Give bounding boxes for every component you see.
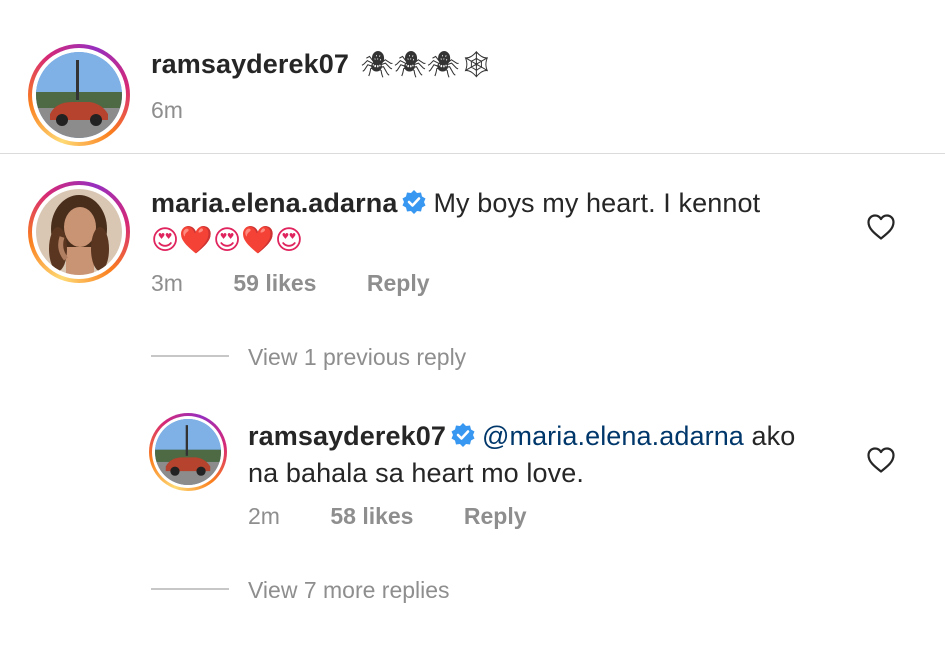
view-more-replies[interactable]: View 7 more replies	[248, 577, 450, 604]
comment-time: 3m	[151, 270, 183, 296]
car-avatar-image	[155, 419, 221, 485]
comment-text: My boys my heart. I kennot	[433, 188, 761, 218]
comment-like-button[interactable]	[866, 213, 896, 241]
reply-username[interactable]: ramsayderek07	[248, 421, 446, 451]
reply-time: 2m	[248, 503, 280, 529]
heart-outline-icon	[866, 214, 896, 245]
thread-line	[151, 588, 229, 590]
car-avatar-image	[36, 52, 122, 138]
comment-username[interactable]: maria.elena.adarna	[151, 188, 397, 218]
portrait-avatar-image	[36, 189, 122, 275]
comment-likes[interactable]: 59 likes	[233, 270, 316, 296]
reply-reply-button[interactable]: Reply	[464, 503, 527, 529]
mention-link[interactable]: @maria.elena.adarna	[482, 421, 744, 451]
reply-text-part2: na bahala sa heart mo love.	[248, 458, 584, 488]
reply-likes[interactable]: 58 likes	[330, 503, 413, 529]
view-previous-reply[interactable]: View 1 previous reply	[248, 344, 466, 371]
verified-badge-icon	[450, 422, 476, 456]
caption-username[interactable]: ramsayderek07	[151, 49, 349, 79]
divider	[0, 153, 945, 154]
spider-emojis: 🕷🕷🕷🕸	[360, 49, 494, 79]
comment-emojis: 😍❤️😍❤️😍	[151, 225, 304, 255]
thread-line	[151, 355, 229, 357]
caption-time: 6m	[151, 97, 183, 123]
comment-reply-button[interactable]: Reply	[367, 270, 430, 296]
reply-text-part1: ako	[743, 421, 796, 451]
reply-like-button[interactable]	[866, 446, 896, 474]
heart-outline-icon	[866, 447, 896, 478]
reply-avatar[interactable]	[149, 413, 227, 491]
verified-badge-icon	[401, 189, 427, 223]
caption-avatar[interactable]	[28, 44, 130, 146]
comment-avatar[interactable]	[28, 181, 130, 283]
